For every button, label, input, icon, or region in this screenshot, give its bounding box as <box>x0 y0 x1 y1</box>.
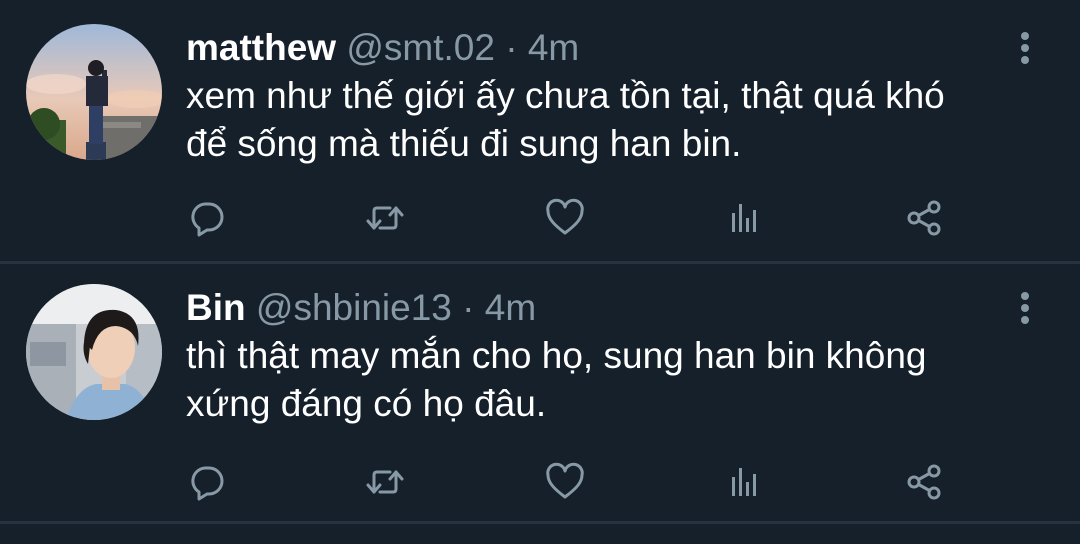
avatar[interactable] <box>26 24 162 160</box>
share-icon <box>907 200 941 236</box>
separator-dot: · <box>462 287 475 328</box>
retweet-icon <box>366 470 404 494</box>
like-button[interactable] <box>543 196 587 240</box>
tweet-text: xem như thế giới ấy chưa tồn tại, thật q… <box>186 72 1026 168</box>
timestamp[interactable]: 4m <box>485 287 536 328</box>
views-icon <box>732 204 756 232</box>
retweet-button[interactable] <box>363 196 407 240</box>
reply-icon <box>191 466 224 501</box>
retweet-button[interactable] <box>363 460 407 504</box>
tweet-text-line: để sống mà thiếu đi sung han bin. <box>186 123 742 164</box>
more-options-icon[interactable] <box>1010 30 1040 66</box>
tweet-text-line: xứng đáng có họ đâu. <box>186 383 547 424</box>
display-name[interactable]: Bin <box>186 287 246 328</box>
avatar[interactable] <box>26 284 162 420</box>
share-button[interactable] <box>902 196 946 240</box>
display-name[interactable]: matthew <box>186 27 336 68</box>
reply-icon <box>191 202 224 237</box>
tweet[interactable]: Bin @shbinie13 · 4m thì thật may mắn cho… <box>0 264 1080 524</box>
views-button[interactable] <box>722 460 766 504</box>
tweet-text: thì thật may mắn cho họ, sung han bin kh… <box>186 332 1026 428</box>
share-button[interactable] <box>902 460 946 504</box>
like-button[interactable] <box>543 460 587 504</box>
reply-button[interactable] <box>185 196 229 240</box>
separator-dot: · <box>505 27 518 68</box>
retweet-icon <box>366 206 404 230</box>
more-options-icon[interactable] <box>1010 290 1040 326</box>
reply-button[interactable] <box>185 460 229 504</box>
views-button[interactable] <box>722 196 766 240</box>
share-icon <box>907 464 941 500</box>
like-icon <box>546 198 584 235</box>
timestamp[interactable]: 4m <box>528 27 579 68</box>
tweet-text-line: xem như thế giới ấy chưa tồn tại, thật q… <box>186 75 945 116</box>
tweet-header: Bin @shbinie13 · 4m <box>186 286 536 330</box>
avatar-image <box>26 24 162 160</box>
tweet[interactable]: matthew @smt.02 · 4m xem như thế giới ấy… <box>0 0 1080 260</box>
username[interactable]: @shbinie13 <box>256 287 452 328</box>
username[interactable]: @smt.02 <box>346 27 495 68</box>
divider <box>0 521 1080 524</box>
views-icon <box>732 468 756 496</box>
tweet-text-line: thì thật may mắn cho họ, sung han bin kh… <box>186 335 927 376</box>
like-icon <box>546 462 584 499</box>
tweet-header: matthew @smt.02 · 4m <box>186 26 579 70</box>
avatar-image <box>26 284 162 420</box>
